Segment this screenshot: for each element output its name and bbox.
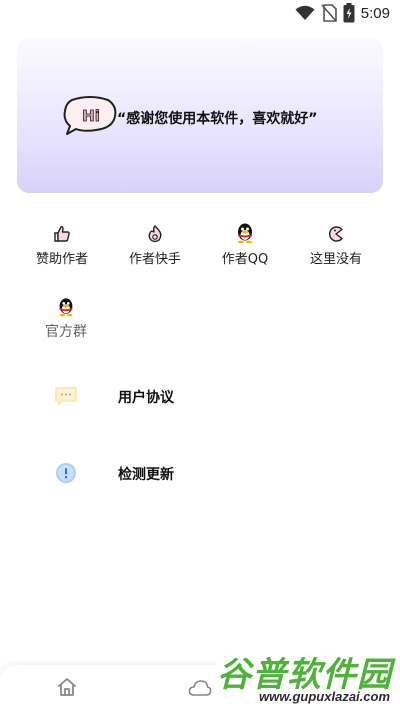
- banner-quote: “感谢您使用本软件，喜欢就好”: [117, 111, 318, 127]
- grid-item-label: 作者QQ: [221, 252, 269, 267]
- grid-item-official-group[interactable]: 官方群: [21, 297, 111, 341]
- watermark-url: www.gupuxlazai.com: [259, 689, 390, 704]
- chat-bubble-icon: [55, 387, 77, 406]
- hi-badge-text: Hi: [82, 107, 100, 125]
- list-item-user-agreement[interactable]: 用户协议: [0, 370, 400, 422]
- app-screen: 5:09 Hi “感谢您使用本软件，喜欢就好” 赞助作者 作者快手 作者QQ 这…: [0, 0, 400, 711]
- kuaishou-icon: [148, 225, 162, 243]
- grid-item-nothing-here[interactable]: 这里没有: [291, 224, 381, 267]
- grid-item-label: 官方群: [45, 324, 87, 340]
- battery-charging-icon: [343, 3, 355, 23]
- home-icon[interactable]: [57, 677, 77, 697]
- list-item-label: 检测更新: [118, 467, 174, 483]
- grid-item-sponsor-author[interactable]: 赞助作者: [17, 224, 107, 267]
- info-circle-icon: [56, 463, 76, 483]
- grid-item-author-qq[interactable]: 作者QQ: [200, 222, 290, 267]
- status-bar: 5:09: [0, 0, 400, 28]
- grid-item-label: 作者快手: [128, 252, 181, 267]
- thumbs-up-icon: [54, 226, 70, 242]
- site-watermark: 谷普软件园 www.gupuxlazai.com: [216, 647, 396, 709]
- pacman-icon: [328, 226, 343, 242]
- grid-item-author-kuaishou[interactable]: 作者快手: [110, 224, 200, 267]
- cloud-icon[interactable]: [188, 679, 212, 697]
- qq-penguin-icon: [238, 223, 252, 244]
- list-item-label: 用户协议: [118, 390, 174, 406]
- welcome-banner: Hi “感谢您使用本软件，喜欢就好”: [17, 38, 383, 193]
- hi-speech-bubble-icon: Hi: [63, 96, 117, 135]
- grid-item-label: 这里没有: [309, 252, 362, 267]
- list-item-check-update[interactable]: 检测更新: [0, 447, 400, 499]
- status-icons: 5:09: [295, 3, 390, 23]
- no-sim-icon: [321, 4, 337, 22]
- status-time: 5:09: [360, 4, 390, 22]
- wifi-icon: [295, 5, 315, 20]
- qq-penguin-icon: [59, 298, 73, 317]
- grid-item-label: 赞助作者: [35, 252, 88, 267]
